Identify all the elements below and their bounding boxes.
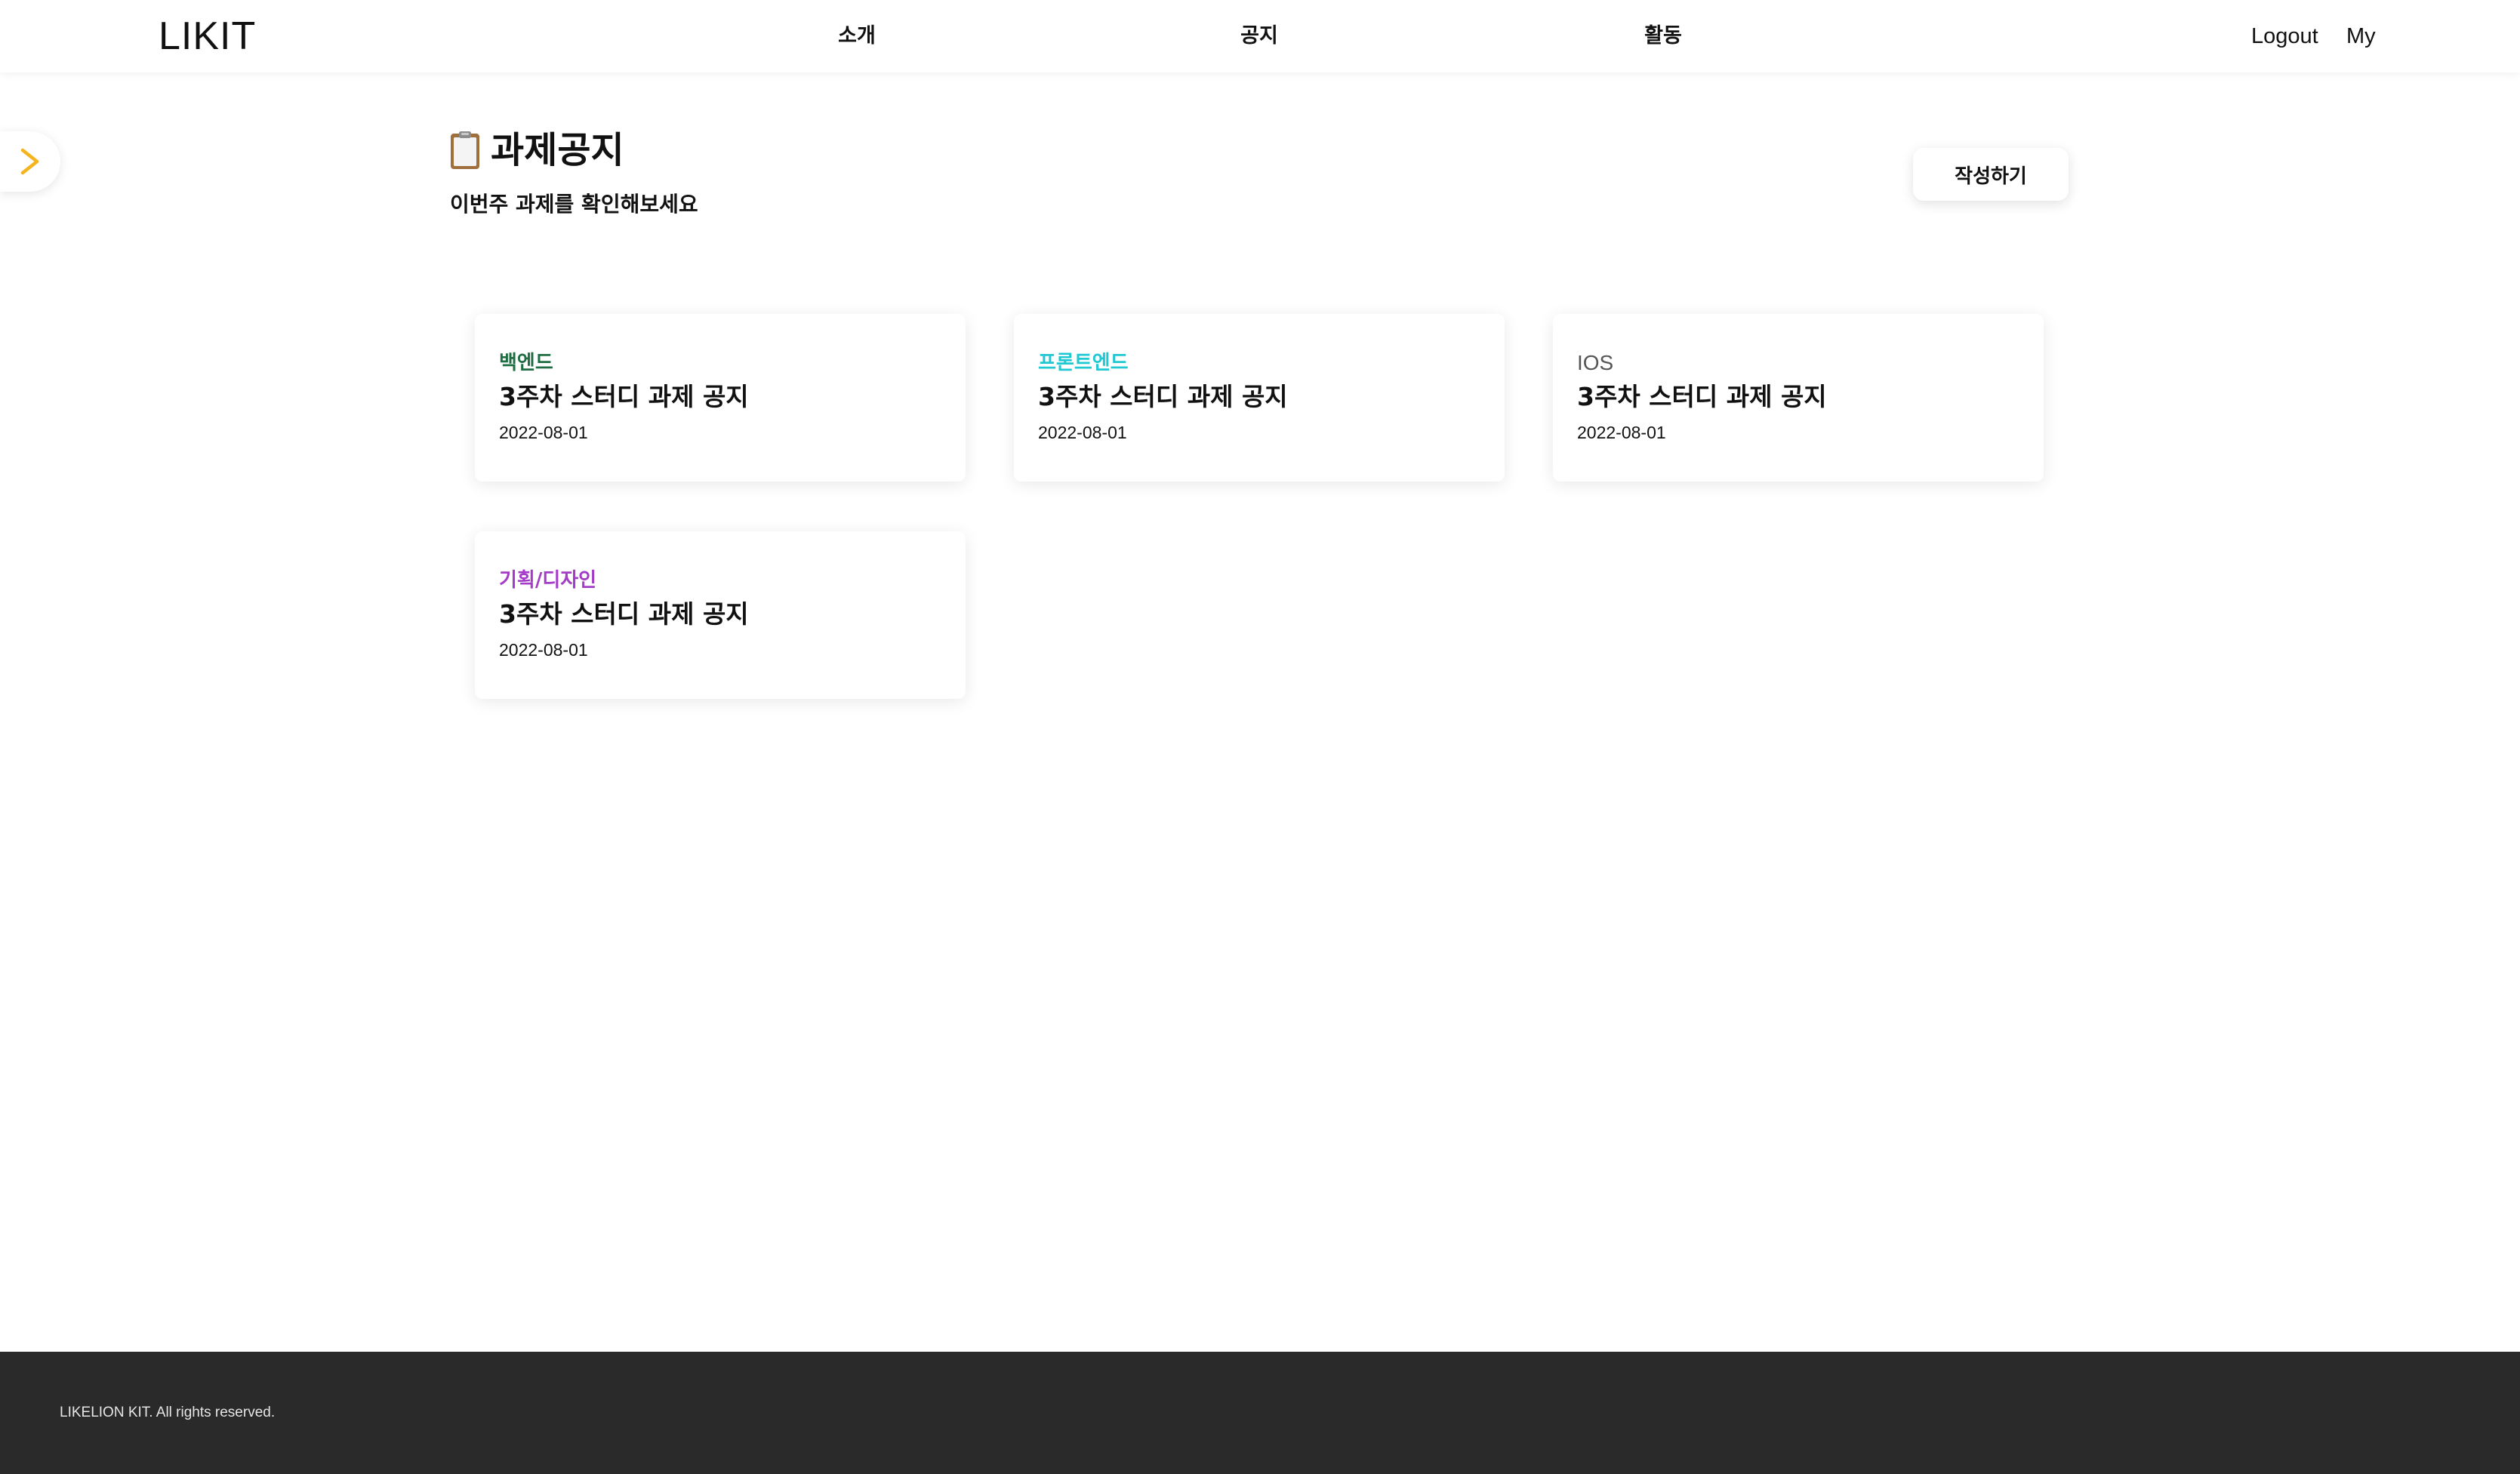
- my-page-link[interactable]: My: [2346, 22, 2376, 51]
- assignment-card-ios[interactable]: IOS 3주차 스터디 과제 공지 2022-08-01: [1553, 314, 2044, 482]
- footer: LIKELION KIT. All rights reserved.: [0, 1352, 2520, 1474]
- logout-link[interactable]: Logout: [2251, 22, 2318, 51]
- assignment-card-frontend[interactable]: 프론트엔드 3주차 스터디 과제 공지 2022-08-01: [1014, 314, 1505, 482]
- card-date: 2022-08-01: [499, 640, 588, 660]
- assignment-card-backend[interactable]: 백엔드 3주차 스터디 과제 공지 2022-08-01: [475, 314, 966, 482]
- chevron-right-icon: [20, 148, 39, 175]
- footer-copyright: LIKELION KIT. All rights reserved.: [60, 1405, 276, 1420]
- card-title: 3주차 스터디 과제 공지: [1038, 382, 1288, 411]
- card-category: 기획/디자인: [499, 569, 597, 592]
- assignment-card-design[interactable]: 기획/디자인 3주차 스터디 과제 공지 2022-08-01: [475, 531, 966, 699]
- page-subtitle: 이번주 과제를 확인해보세요: [450, 192, 698, 217]
- logo[interactable]: LIKIT: [159, 14, 256, 59]
- top-navbar: LIKIT 소개 공지 활동 Logout My: [0, 0, 2520, 72]
- card-category: 백엔드: [499, 352, 553, 374]
- nav-item-activity[interactable]: 활동: [1644, 23, 1682, 50]
- card-category: IOS: [1577, 351, 1614, 374]
- sidebar-toggle-button[interactable]: [0, 131, 60, 192]
- page-title: 과제공지: [491, 129, 624, 171]
- clipboard-icon: [450, 131, 480, 170]
- nav-item-intro[interactable]: 소개: [838, 23, 876, 50]
- card-title: 3주차 스터디 과제 공지: [499, 599, 749, 629]
- write-button[interactable]: 작성하기: [1913, 148, 2069, 201]
- card-date: 2022-08-01: [1577, 423, 1666, 442]
- page-heading: 과제공지: [450, 125, 624, 175]
- card-date: 2022-08-01: [1038, 423, 1127, 442]
- card-date: 2022-08-01: [499, 423, 588, 442]
- card-title: 3주차 스터디 과제 공지: [1577, 382, 1827, 411]
- card-title: 3주차 스터디 과제 공지: [499, 382, 749, 411]
- nav-item-notice[interactable]: 공지: [1240, 23, 1278, 50]
- card-category: 프론트엔드: [1038, 352, 1129, 374]
